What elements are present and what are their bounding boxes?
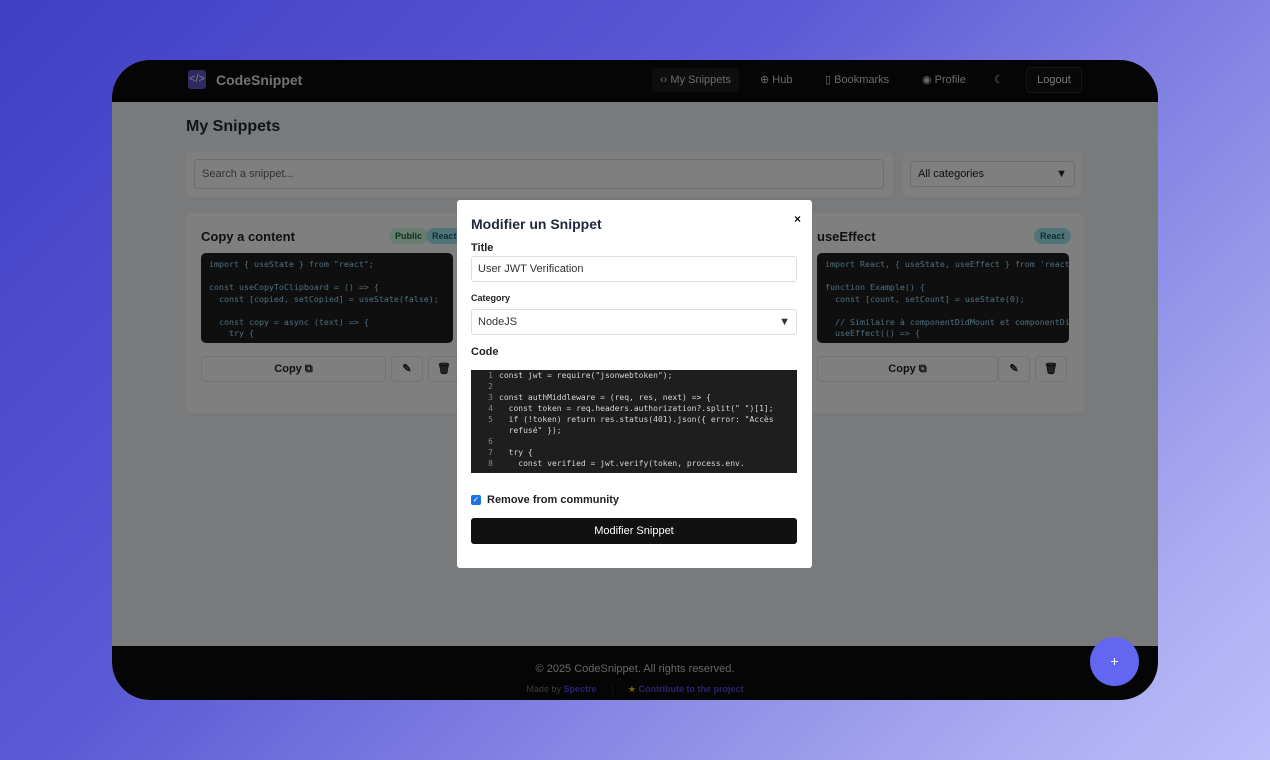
category-select[interactable]: NodeJS ▼ <box>471 309 797 335</box>
line-text: refusé" }); <box>499 426 562 435</box>
title-label: Title <box>471 242 494 254</box>
category-value: NodeJS <box>478 316 518 328</box>
category-label: Category <box>471 293 511 303</box>
code-editor[interactable]: 1 const jwt = require("jsonwebtoken"); 2 3 c… <box>471 370 797 473</box>
add-snippet-button[interactable]: + <box>1090 637 1139 686</box>
line-text: const verified = jwt.verify(token, proce… <box>499 459 745 468</box>
line-number: 1 <box>488 371 493 380</box>
code-line: 8 const verified = jwt.verify(token, pro… <box>471 458 797 469</box>
code-line: 1 const jwt = require("jsonwebtoken"); <box>471 370 797 381</box>
line-text: const authMiddleware = (req, res, next) … <box>499 393 711 402</box>
line-number: 4 <box>488 404 493 413</box>
modal-title: Modifier un Snippet <box>471 216 602 232</box>
checkbox-label: Remove from community <box>487 494 620 506</box>
submit-button[interactable]: Modifier Snippet <box>471 518 797 544</box>
close-icon[interactable]: × <box>794 212 801 226</box>
line-text: const jwt = require("jsonwebtoken"); <box>499 371 673 380</box>
line-number: 6 <box>488 437 493 446</box>
line-number: 3 <box>488 393 493 402</box>
line-number: 7 <box>488 448 493 457</box>
line-number: 5 <box>488 415 493 424</box>
line-text: try { <box>499 448 533 457</box>
code-line: 7 try { <box>471 447 797 458</box>
line-number <box>471 425 499 436</box>
code-line: refusé" }); <box>471 425 797 436</box>
dropdown-arrow-icon: ▼ <box>779 316 790 328</box>
code-line: 5 if (!token) return res.status(401).jso… <box>471 414 797 425</box>
code-line: 2 <box>471 381 797 392</box>
line-number: 8 <box>488 459 493 468</box>
code-line: 4 const token = req.headers.authorizatio… <box>471 403 797 414</box>
line-text: if (!token) return res.status(401).json(… <box>499 415 774 424</box>
line-text: const token = req.headers.authorization?… <box>499 404 774 413</box>
remove-community-checkbox[interactable]: ✓ <box>471 495 481 505</box>
code-line: 3 const authMiddleware = (req, res, next)… <box>471 392 797 403</box>
edit-snippet-modal: Modifier un Snippet × Title User JWT Ver… <box>457 200 812 568</box>
title-input[interactable]: User JWT Verification <box>471 256 797 282</box>
line-number: 2 <box>488 382 493 391</box>
code-line: 6 <box>471 436 797 447</box>
code-label: Code <box>471 346 499 358</box>
